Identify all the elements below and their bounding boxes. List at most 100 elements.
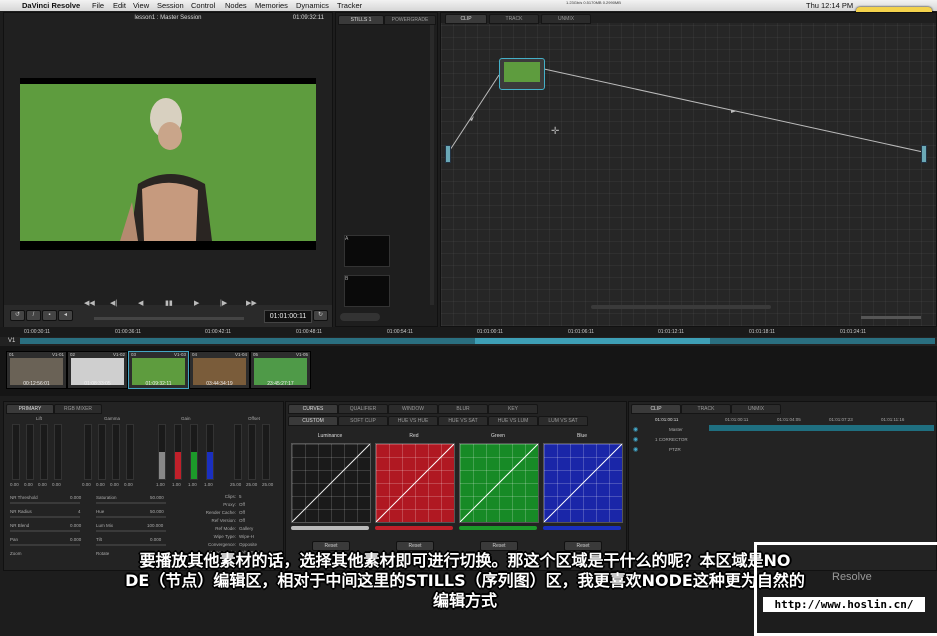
- eye-icon[interactable]: ◉: [633, 446, 638, 453]
- menu-view[interactable]: View: [133, 0, 149, 11]
- luminance-curve-graph[interactable]: [291, 443, 371, 523]
- menu-tracker[interactable]: Tracker: [337, 0, 362, 11]
- subtab-hue-vs-sat[interactable]: HUE VS SAT: [438, 416, 488, 426]
- green-reset-button[interactable]: Reset: [480, 541, 518, 551]
- app-menu[interactable]: DaVinci Resolve: [22, 0, 80, 11]
- reverse-button[interactable]: ◀: [138, 299, 143, 307]
- nr-radius-slider[interactable]: [10, 516, 80, 518]
- offset-b-bar[interactable]: [262, 424, 270, 480]
- menu-dynamics[interactable]: Dynamics: [296, 0, 329, 11]
- gamma-g-bar[interactable]: [112, 424, 120, 480]
- green-soft-clip-bar[interactable]: [459, 526, 537, 530]
- clip-thumbnail-selected[interactable]: 03 V1-03 01:09:32:11: [128, 351, 189, 389]
- clip-thumbnail[interactable]: 04 V1-04 03:44:34:19: [189, 351, 250, 389]
- lum-mix-slider[interactable]: [96, 530, 166, 532]
- red-curve-graph[interactable]: [375, 443, 455, 523]
- track-selected-segment[interactable]: [475, 338, 710, 344]
- subtab-custom[interactable]: CUSTOM: [288, 416, 338, 426]
- eye-icon[interactable]: ◉: [633, 436, 638, 443]
- kf-master-track[interactable]: [709, 425, 934, 431]
- subtab-hue-vs-lum[interactable]: HUE VS LUM: [488, 416, 538, 426]
- lift-b-bar[interactable]: [54, 424, 62, 480]
- still-slot-b[interactable]: B: [344, 275, 390, 307]
- fast-forward-button[interactable]: ▶▶: [246, 299, 257, 307]
- timeline-ruler[interactable]: 01:00:30:11 01:00:36:11 01:00:42:11 01:0…: [0, 327, 937, 337]
- rewind-button[interactable]: ◀◀: [84, 299, 95, 307]
- luminance-soft-clip-bar[interactable]: [291, 526, 369, 530]
- lift-r-bar[interactable]: [26, 424, 34, 480]
- node-zoom-slider[interactable]: [861, 316, 921, 319]
- track-v1[interactable]: V1: [0, 337, 937, 346]
- tab-curves[interactable]: CURVES: [288, 404, 338, 414]
- pan-slider[interactable]: [10, 544, 80, 546]
- gamma-b-bar[interactable]: [126, 424, 134, 480]
- tool-button-2[interactable]: ▪: [42, 310, 57, 321]
- red-reset-button[interactable]: Reset: [396, 541, 434, 551]
- tab-kf-clip[interactable]: CLIP: [631, 404, 681, 414]
- gain-g-bar[interactable]: [190, 424, 198, 480]
- still-slot-a[interactable]: A: [344, 235, 390, 267]
- lift-g-bar[interactable]: [40, 424, 48, 480]
- stills-search-input[interactable]: [340, 313, 380, 321]
- gain-b-bar[interactable]: [206, 424, 214, 480]
- blue-reset-button[interactable]: Reset: [564, 541, 602, 551]
- menu-control[interactable]: Control: [191, 0, 215, 11]
- tilt-slider[interactable]: [96, 544, 166, 546]
- menu-clock[interactable]: Thu 12:14 PM: [806, 0, 853, 11]
- loop-button[interactable]: ↺: [10, 310, 25, 321]
- green-curve-graph[interactable]: [459, 443, 539, 523]
- eye-icon[interactable]: ◉: [633, 426, 638, 433]
- blue-curve-graph[interactable]: [543, 443, 623, 523]
- tab-kf-track[interactable]: TRACK: [681, 404, 731, 414]
- menu-session[interactable]: Session: [157, 0, 184, 11]
- tab-stills[interactable]: STILLS 1: [338, 15, 384, 25]
- menu-edit[interactable]: Edit: [113, 0, 126, 11]
- menu-file[interactable]: File: [92, 0, 104, 11]
- stop-button[interactable]: ▮▮: [165, 299, 173, 307]
- saturation-slider[interactable]: [96, 502, 166, 504]
- gain-r-bar[interactable]: [174, 424, 182, 480]
- node-input[interactable]: [445, 145, 451, 163]
- red-soft-clip-bar[interactable]: [375, 526, 453, 530]
- clip-thumbnail[interactable]: 05 V1-05 23:45:27:17: [250, 351, 311, 389]
- subtab-hue-vs-hue[interactable]: HUE VS HUE: [388, 416, 438, 426]
- node-output[interactable]: [921, 145, 927, 163]
- menu-nodes[interactable]: Nodes: [225, 0, 247, 11]
- tab-key[interactable]: KEY: [488, 404, 538, 414]
- hue-slider[interactable]: [96, 516, 166, 518]
- timecode-display[interactable]: 01:01:00:11: [264, 310, 312, 323]
- node-hscrollbar[interactable]: [591, 305, 771, 309]
- jog-slider[interactable]: [94, 317, 244, 320]
- tab-primary[interactable]: PRIMARY: [6, 404, 54, 414]
- stills-scrollbar[interactable]: [430, 25, 434, 305]
- prev-frame-button[interactable]: ◀|: [110, 299, 117, 307]
- subtab-soft-clip[interactable]: SOFT CLIP: [338, 416, 388, 426]
- nr-blend-slider[interactable]: [10, 530, 80, 532]
- tab-kf-unmix[interactable]: UNMIX: [731, 404, 781, 414]
- tab-blur[interactable]: BLUR: [438, 404, 488, 414]
- tool-button-3[interactable]: ◂: [58, 310, 73, 321]
- tab-window[interactable]: WINDOW: [388, 404, 438, 414]
- corrector-node[interactable]: [499, 58, 545, 90]
- offset-g-bar[interactable]: [248, 424, 256, 480]
- tab-qualifier[interactable]: QUALIFIER: [338, 404, 388, 414]
- next-frame-button[interactable]: |▶: [220, 299, 227, 307]
- offset-r-bar[interactable]: [234, 424, 242, 480]
- tab-powergrade[interactable]: POWERGRADE: [384, 15, 436, 25]
- nr-threshold-slider[interactable]: [10, 502, 80, 504]
- subtab-lum-vs-sat[interactable]: LUM VS SAT: [538, 416, 588, 426]
- tool-button-1[interactable]: /: [26, 310, 41, 321]
- clip-thumbnail[interactable]: 02 V1-02 01:08:33:05: [67, 351, 128, 389]
- blue-soft-clip-bar[interactable]: [543, 526, 621, 530]
- luminance-reset-button[interactable]: Reset: [312, 541, 350, 551]
- menu-memories[interactable]: Memories: [255, 0, 288, 11]
- gain-y-bar[interactable]: [158, 424, 166, 480]
- gamma-y-bar[interactable]: [84, 424, 92, 480]
- play-button[interactable]: ▶: [194, 299, 199, 307]
- clip-thumbnail[interactable]: 01 V1-01 00:12:56:01: [6, 351, 67, 389]
- lift-y-bar[interactable]: [12, 424, 20, 480]
- gamma-r-bar[interactable]: [98, 424, 106, 480]
- loop-right-button[interactable]: ↻: [313, 310, 328, 321]
- tab-rgb-mixer[interactable]: RGB MIXER: [54, 404, 102, 414]
- node-editor[interactable]: CLIP TRACK UNMIX ✛: [440, 12, 937, 327]
